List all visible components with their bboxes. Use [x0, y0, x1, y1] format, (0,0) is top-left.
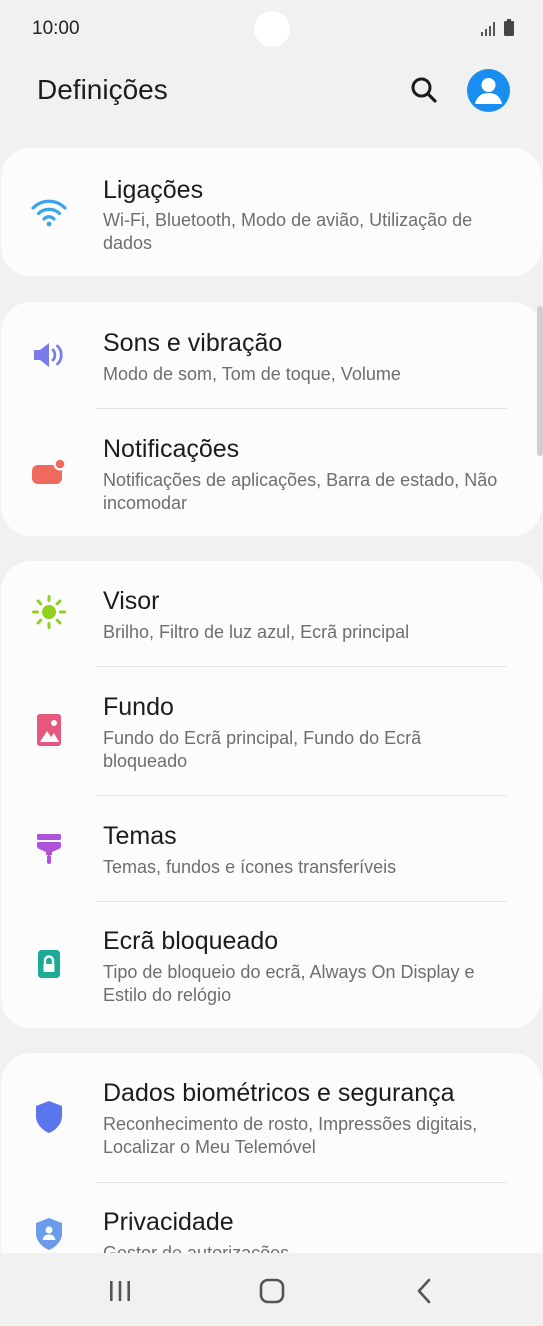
settings-item-label: Temas	[103, 822, 177, 850]
notification-icon	[30, 453, 68, 491]
settings-item-wallpaper[interactable]: Fundo Fundo do Ecrã principal, Fundo do …	[1, 667, 542, 795]
navigation-bar	[0, 1253, 543, 1326]
settings-item-subtitle: Modo de som, Tom de toque, Volume	[103, 364, 401, 384]
settings-item-privacy[interactable]: Privacidade Gestor de autorizações	[1, 1183, 542, 1253]
scrollbar[interactable]	[537, 306, 543, 456]
settings-item-label: Privacidade	[103, 1208, 234, 1236]
wifi-icon	[30, 193, 68, 231]
settings-item-subtitle: Temas, fundos e ícones transferíveis	[103, 857, 397, 877]
person-icon	[475, 78, 502, 104]
settings-item-biometrics-security[interactable]: Dados biométricos e segurança Reconhecim…	[1, 1053, 542, 1182]
search-button[interactable]	[405, 71, 443, 109]
settings-item-subtitle: Fundo do Ecrã principal, Fundo do Ecrã b…	[103, 728, 422, 771]
account-avatar[interactable]	[467, 69, 510, 112]
page-title: Definições	[37, 74, 168, 105]
settings-card: Sons e vibração Modo de som, Tom de toqu…	[1, 302, 542, 536]
paint-brush-icon	[30, 830, 68, 868]
home-icon	[259, 1278, 285, 1304]
sun-icon	[30, 593, 68, 631]
settings-card: Dados biométricos e segurança Reconhecim…	[1, 1053, 542, 1253]
settings-item-subtitle: Tipo de bloqueio do ecrã, Always On Disp…	[103, 962, 475, 1005]
status-bar: 10:00	[0, 0, 543, 58]
lock-icon	[30, 944, 68, 982]
settings-item-subtitle: Gestor de autorizações	[103, 1243, 290, 1253]
settings-card: Ligações Wi-Fi, Bluetooth, Modo de avião…	[1, 148, 542, 276]
header: Definições	[0, 58, 543, 128]
front-camera-cutout	[254, 11, 290, 47]
settings-list: Ligações Wi-Fi, Bluetooth, Modo de avião…	[0, 148, 543, 1253]
settings-item-lock-screen[interactable]: Ecrã bloqueado Tipo de bloqueio do ecrã,…	[1, 902, 542, 1028]
settings-item-themes[interactable]: Temas Temas, fundos e ícones transferíve…	[1, 796, 542, 901]
settings-item-label: Dados biométricos e segurança	[103, 1079, 455, 1107]
settings-item-label: Ligações	[103, 176, 204, 204]
battery-icon	[504, 19, 514, 36]
settings-item-display[interactable]: Visor Brilho, Filtro de luz azul, Ecrã p…	[1, 561, 542, 666]
search-icon	[411, 77, 437, 103]
settings-item-label: Ecrã bloqueado	[103, 927, 279, 955]
shield-icon	[30, 1098, 68, 1136]
speaker-icon	[30, 336, 68, 374]
back-button[interactable]	[394, 1271, 454, 1311]
settings-item-subtitle: Reconhecimento de rosto, Impressões digi…	[103, 1114, 478, 1157]
settings-item-subtitle: Wi-Fi, Bluetooth, Modo de avião, Utiliza…	[103, 210, 473, 253]
settings-item-connections[interactable]: Ligações Wi-Fi, Bluetooth, Modo de avião…	[1, 148, 542, 276]
recents-icon	[110, 1281, 130, 1301]
settings-item-label: Fundo	[103, 693, 174, 721]
home-button[interactable]	[242, 1271, 302, 1311]
settings-item-notifications[interactable]: Notificações Notificações de aplicações,…	[1, 409, 542, 536]
privacy-shield-icon	[30, 1215, 68, 1253]
settings-item-label: Sons e vibração	[103, 329, 283, 357]
settings-item-label: Notificações	[103, 435, 240, 463]
settings-item-label: Visor	[103, 587, 160, 615]
status-time: 10:00	[32, 18, 80, 39]
settings-item-sounds[interactable]: Sons e vibração Modo de som, Tom de toqu…	[1, 302, 542, 408]
settings-item-subtitle: Notificações de aplicações, Barra de est…	[103, 470, 498, 513]
signal-icon	[481, 22, 495, 36]
settings-item-subtitle: Brilho, Filtro de luz azul, Ecrã princip…	[103, 622, 410, 642]
wallpaper-icon	[30, 711, 68, 749]
settings-card: Visor Brilho, Filtro de luz azul, Ecrã p…	[1, 561, 542, 1028]
recents-button[interactable]	[90, 1271, 150, 1311]
back-icon	[417, 1278, 431, 1304]
